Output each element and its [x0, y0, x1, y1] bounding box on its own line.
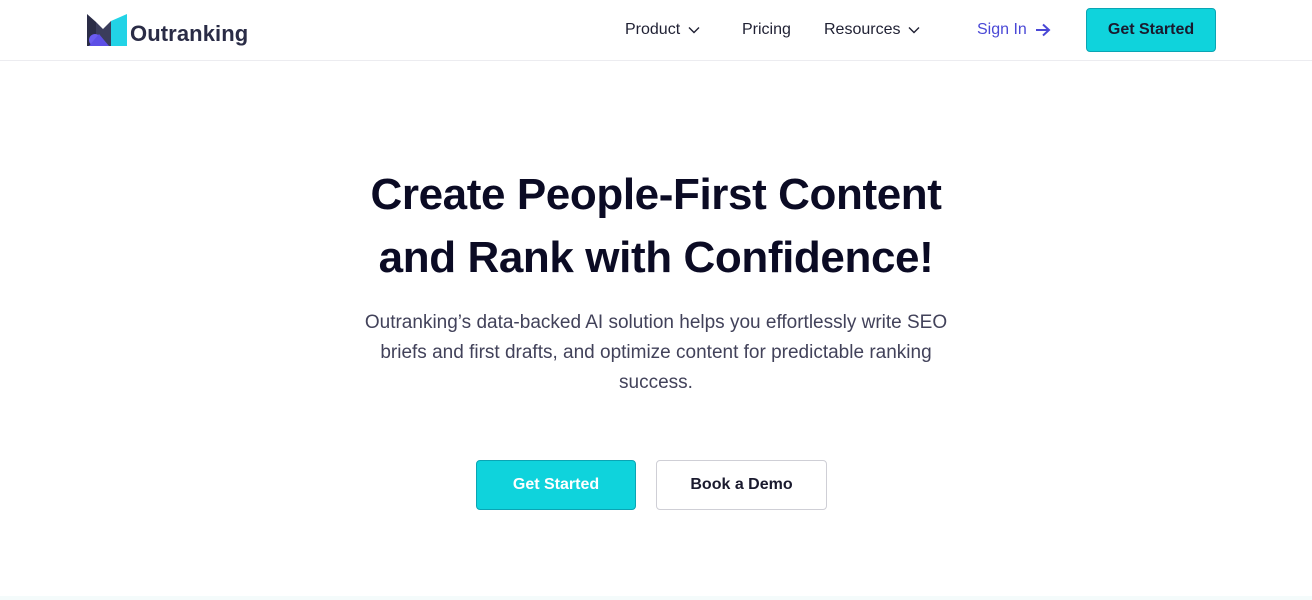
nav-resources-label: Resources	[824, 21, 901, 38]
header-get-started-button[interactable]: Get Started	[1086, 8, 1216, 52]
outranking-logo-icon	[87, 14, 127, 46]
nav-product-label: Product	[625, 21, 681, 38]
section-divider	[0, 596, 1312, 600]
hero-title-line-1: Create People-First Content	[370, 170, 942, 219]
get-started-button[interactable]: Get Started	[476, 460, 636, 510]
hero-subtitle: Outranking’s data-backed AI solution hel…	[364, 312, 948, 393]
book-demo-button[interactable]: Book a Demo	[656, 460, 827, 510]
nav-pricing[interactable]: Pricing	[742, 0, 791, 60]
chevron-down-icon	[688, 27, 700, 34]
hero-title-line-2: and Rank with Confidence!	[378, 233, 934, 282]
nav-pricing-label: Pricing	[742, 21, 791, 38]
site-header: Outranking Product Pricing Resources Sig…	[0, 0, 1312, 61]
logo-text: Outranking	[130, 21, 249, 46]
chevron-down-icon	[908, 27, 920, 34]
arrow-right-icon	[1035, 23, 1051, 37]
hero-title: Create People-First Content and Rank wit…	[0, 163, 1312, 289]
sign-in-label: Sign In	[977, 21, 1027, 38]
nav-product[interactable]: Product	[625, 0, 700, 60]
logo[interactable]: Outranking	[85, 12, 248, 48]
sign-in-link[interactable]: Sign In	[977, 0, 1051, 60]
nav-resources[interactable]: Resources	[824, 0, 920, 60]
